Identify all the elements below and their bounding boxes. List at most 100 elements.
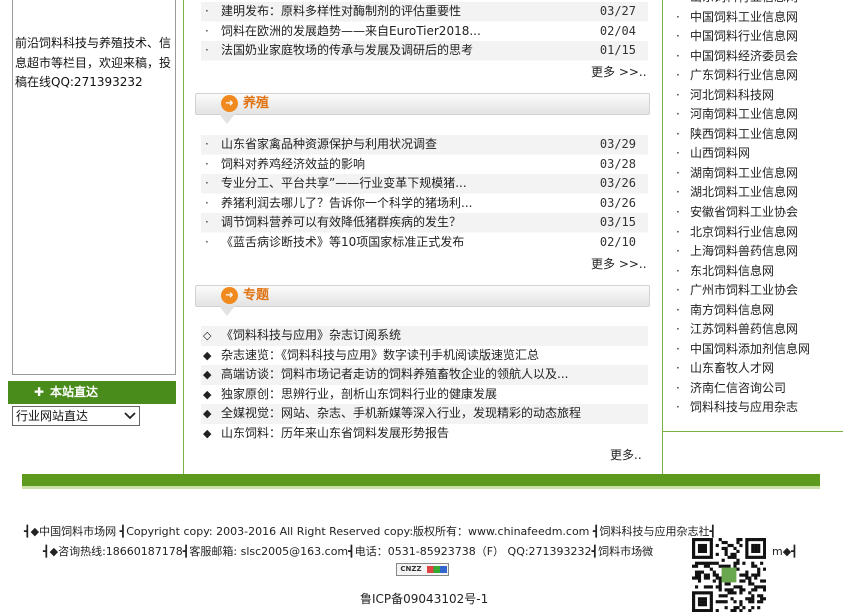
industry-link[interactable]: · 山东畜牧人才网 bbox=[676, 359, 810, 379]
industry-link[interactable]: · 陕西饲料工业信息网 bbox=[676, 125, 810, 145]
topic-title[interactable]: 全媒视觉：网站、杂志、手机新媒等深入行业，发现精彩的动态旅程 bbox=[221, 404, 581, 424]
cnzz-stats-badge[interactable]: CNZZ bbox=[396, 563, 449, 576]
industry-link[interactable]: · 东北饲料信息网 bbox=[676, 262, 810, 282]
topic-item[interactable]: ◇ 《饲料科技与应用》杂志订阅系统 bbox=[201, 326, 648, 346]
topic-item[interactable]: ◆ 高端访谈：饲料市场记者走访的饲料养殖畜牧企业的领航人以及... bbox=[201, 365, 648, 385]
industry-link[interactable]: · 饲料科技与应用杂志 bbox=[676, 398, 810, 418]
news-title[interactable]: 山东省家禽品种资源保护与利用状况调查 bbox=[221, 135, 437, 155]
industry-link-label[interactable]: 东北饲料信息网 bbox=[690, 264, 774, 278]
news-title[interactable]: 饲料在欧洲的发展趋势——来自EuroTier2018... bbox=[221, 22, 481, 42]
industry-link-label[interactable]: 中国饲料行业信息网 bbox=[690, 29, 798, 43]
industry-link-label[interactable]: 山东饲料行业信息网 bbox=[690, 0, 798, 4]
industry-link-label[interactable]: 中国饲料工业信息网 bbox=[690, 10, 798, 24]
industry-link[interactable]: · 山东饲料行业信息网 bbox=[676, 0, 810, 8]
industry-link[interactable]: · 上海饲料兽药信息网 bbox=[676, 242, 810, 262]
industry-link[interactable]: · 湖南饲料工业信息网 bbox=[676, 164, 810, 184]
industry-link[interactable]: · 河北饲料科技网 bbox=[676, 86, 810, 106]
news-item[interactable]: · 建明发布：原料多样性对酶制剂的评估重要性 03/27 bbox=[201, 2, 648, 22]
topic-title[interactable]: 《饲料科技与应用》杂志订阅系统 bbox=[221, 326, 401, 346]
more-link-topics[interactable]: 更多.. bbox=[610, 446, 642, 463]
news-title[interactable]: 养猪利润去哪儿了？告诉你一个科学的猪场利... bbox=[221, 194, 472, 214]
industry-link-label[interactable]: 饲料科技与应用杂志 bbox=[690, 400, 798, 414]
industry-link[interactable]: · 中国饲料工业信息网 bbox=[676, 8, 810, 28]
industry-link[interactable]: · 安徽省饲料工业协会 bbox=[676, 203, 810, 223]
icp-record[interactable]: 鲁ICP备09043102号-1 bbox=[360, 590, 488, 607]
news-item[interactable]: · 饲料对养鸡经济效益的影响 03/28 bbox=[201, 154, 648, 175]
industry-link[interactable]: · 中国饲料行业信息网 bbox=[676, 27, 810, 47]
industry-link[interactable]: · 广东饲料行业信息网 bbox=[676, 66, 810, 86]
diamond-icon: ◇ bbox=[203, 329, 212, 342]
more-link-breeding[interactable]: 更多 >>.. bbox=[591, 255, 647, 272]
chevron-down-icon[interactable] bbox=[121, 407, 139, 425]
industry-link-label[interactable]: 广东饲料行业信息网 bbox=[690, 68, 798, 82]
right-column: · 山东饲料行业信息网 · 中国饲料工业信息网 · 中国饲料行业信息网 · 中国饲料经济委员会… bbox=[663, 0, 843, 432]
topic-item[interactable]: ◆ 全媒视觉：网站、杂志、手机新媒等深入行业，发现精彩的动态旅程 bbox=[201, 404, 648, 424]
news-item[interactable]: · 山东省家禽品种资源保护与利用状况调查 03/29 bbox=[201, 135, 648, 155]
industry-link-label[interactable]: 江苏饲料兽药信息网 bbox=[690, 322, 798, 336]
bullet-icon: · bbox=[676, 400, 680, 415]
industry-link-label[interactable]: 南方饲料信息网 bbox=[690, 303, 774, 317]
bullet-icon: · bbox=[676, 380, 680, 395]
section-header-breeding: ➜ 养殖 bbox=[195, 93, 650, 131]
industry-site-select-value: 行业网站直达 bbox=[16, 409, 89, 423]
topic-title[interactable]: 高端访谈：饲料市场记者走访的饲料养殖畜牧企业的领航人以及... bbox=[221, 365, 568, 385]
industry-link[interactable]: · 中国饲料经济委员会 bbox=[676, 47, 810, 67]
topic-title[interactable]: 独家原创：思辨行业，剖析山东饲料行业的健康发展 bbox=[221, 385, 497, 405]
industry-link-label[interactable]: 河南饲料工业信息网 bbox=[690, 107, 798, 121]
industry-link[interactable]: · 江苏饲料兽药信息网 bbox=[676, 320, 810, 340]
more-link-top[interactable]: 更多 >>.. bbox=[591, 63, 647, 80]
news-list-breeding: · 山东省家禽品种资源保护与利用状况调查 03/29 · 饲料对养鸡经济效益的影响 03/… bbox=[201, 135, 648, 253]
left-intro-text: 前沿饲料科技与养殖技术、信息超市等栏目，欢迎来稿，投稿在线QQ:27139323… bbox=[15, 36, 172, 89]
bullet-icon: · bbox=[676, 302, 680, 317]
news-title[interactable]: 法国奶业家庭牧场的传承与发展及调研后的思考 bbox=[221, 41, 473, 61]
industry-link[interactable]: · 湖北饲料工业信息网 bbox=[676, 183, 810, 203]
footer-contact-tail: m◆┫ bbox=[772, 545, 798, 558]
industry-link-label[interactable]: 北京饲料行业信息网 bbox=[690, 225, 798, 239]
topic-title[interactable]: 山东饲料：历年来山东省饲料发展形势报告 bbox=[221, 424, 449, 444]
news-item[interactable]: · 专业分工、平台共享”——行业变革下规模猪... 03/26 bbox=[201, 174, 648, 194]
section-title-topics[interactable]: 专题 bbox=[243, 286, 269, 306]
industry-link[interactable]: · 南方饲料信息网 bbox=[676, 301, 810, 321]
industry-link-label[interactable]: 湖北饲料工业信息网 bbox=[690, 185, 798, 199]
news-item[interactable]: · 《蓝舌病诊断技术》等10项国家标准正式发布 02/10 bbox=[201, 232, 648, 253]
industry-link-label[interactable]: 山西饲料网 bbox=[690, 146, 750, 160]
site-direct-bar: ✚ 本站直达 bbox=[8, 381, 176, 404]
industry-link[interactable]: · 广州市饲料工业协会 bbox=[676, 281, 810, 301]
industry-link-label[interactable]: 中国饲料添加剂信息网 bbox=[690, 342, 810, 356]
industry-link[interactable]: · 河南饲料工业信息网 bbox=[676, 105, 810, 125]
news-title[interactable]: 饲料对养鸡经济效益的影响 bbox=[221, 155, 365, 175]
news-title[interactable]: 调节饲料营养可以有效降低猪群疾病的发生？ bbox=[221, 213, 461, 233]
industry-link-label[interactable]: 湖南饲料工业信息网 bbox=[690, 166, 798, 180]
news-list-top: · 建明发布：原料多样性对酶制剂的评估重要性 03/27 · 饲料在欧洲的发展趋势——来… bbox=[201, 2, 648, 61]
industry-link-label[interactable]: 陕西饲料工业信息网 bbox=[690, 127, 798, 141]
section-title-breeding[interactable]: 养殖 bbox=[243, 94, 269, 114]
industry-link[interactable]: · 济南仁信咨询公司 bbox=[676, 379, 810, 399]
news-item[interactable]: · 调节饲料营养可以有效降低猪群疾病的发生？ 03/15 bbox=[201, 213, 648, 233]
industry-link[interactable]: · 中国饲料添加剂信息网 bbox=[676, 340, 810, 360]
news-item[interactable]: · 饲料在欧洲的发展趋势——来自EuroTier2018... 02/04 bbox=[201, 21, 648, 42]
news-item[interactable]: · 养猪利润去哪儿了？告诉你一个科学的猪场利... 03/26 bbox=[201, 193, 648, 214]
industry-link-label[interactable]: 上海饲料兽药信息网 bbox=[690, 244, 798, 258]
topic-item[interactable]: ◆ 独家原创：思辨行业，剖析山东饲料行业的健康发展 bbox=[201, 384, 648, 405]
topic-title[interactable]: 杂志速览：《饲料科技与应用》数字读刊手机阅读版速览汇总 bbox=[221, 346, 539, 366]
news-item[interactable]: · 法国奶业家庭牧场的传承与发展及调研后的思考 01/15 bbox=[201, 41, 648, 61]
bullet-icon: · bbox=[205, 195, 209, 210]
diamond-icon: ◆ bbox=[203, 426, 212, 440]
news-title[interactable]: 建明发布：原料多样性对酶制剂的评估重要性 bbox=[221, 2, 461, 22]
industry-link-label[interactable]: 河北饲料科技网 bbox=[690, 88, 774, 102]
topic-item[interactable]: ◆ 杂志速览：《饲料科技与应用》数字读刊手机阅读版速览汇总 bbox=[201, 345, 648, 366]
industry-link[interactable]: · 山西饲料网 bbox=[676, 144, 810, 164]
industry-link-label[interactable]: 山东畜牧人才网 bbox=[690, 361, 774, 375]
bullet-icon: · bbox=[205, 4, 209, 18]
news-title[interactable]: 专业分工、平台共享”——行业变革下规模猪... bbox=[221, 174, 467, 194]
industry-site-select[interactable]: 行业网站直达 bbox=[12, 406, 140, 426]
industry-link-label[interactable]: 安徽省饲料工业协会 bbox=[690, 205, 798, 219]
news-title[interactable]: 《蓝舌病诊断技术》等10项国家标准正式发布 bbox=[221, 233, 464, 253]
diamond-icon: ◆ bbox=[203, 348, 212, 362]
industry-link[interactable]: · 北京饲料行业信息网 bbox=[676, 223, 810, 243]
industry-link-label[interactable]: 广州市饲料工业协会 bbox=[690, 283, 798, 297]
bullet-icon: · bbox=[676, 341, 680, 356]
industry-link-label[interactable]: 中国饲料经济委员会 bbox=[690, 49, 798, 63]
topic-item[interactable]: ◆ 山东饲料：历年来山东省饲料发展形势报告 bbox=[201, 423, 648, 444]
industry-link-label[interactable]: 济南仁信咨询公司 bbox=[690, 381, 786, 395]
